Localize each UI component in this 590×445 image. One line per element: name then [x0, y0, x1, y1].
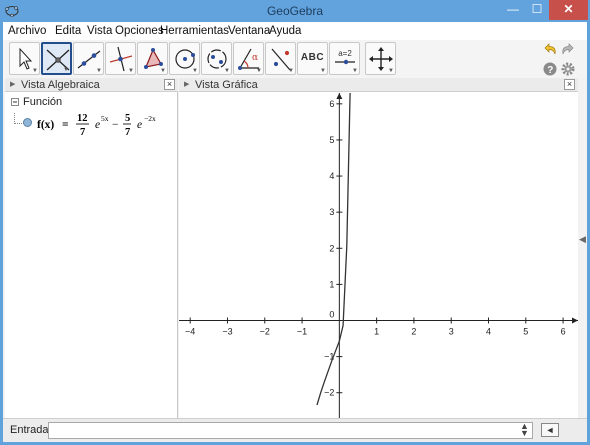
graphics-view: ▶ Vista Gráfica × −4 −3 −2 −1 1 2 3 4 5 6 −2 −1 1 2 3 4… [179, 78, 578, 418]
tool-circle[interactable]: ▼ [169, 42, 200, 75]
tool-move-view[interactable]: ▼ [365, 42, 396, 75]
app-client-area: Archivo Edita Vista Opciones Herramienta… [3, 22, 587, 442]
settings-gear-icon[interactable] [560, 61, 576, 77]
input-help-icon[interactable]: ◄ [541, 423, 559, 437]
x-tick-label: 4 [486, 327, 491, 337]
tool-perpendicular[interactable]: ▼ [105, 42, 136, 75]
tool-dropdown-icon: ▼ [224, 68, 230, 74]
close-panel-button[interactable]: × [164, 79, 175, 90]
visibility-toggle-icon[interactable] [23, 118, 32, 127]
algebra-view-header[interactable]: ▶ Vista Algebraica × [5, 78, 178, 92]
equals-sign: = [62, 119, 69, 131]
menu-archivo[interactable]: Archivo [8, 25, 46, 37]
x-tick-label: −2 [260, 327, 270, 337]
tool-dropdown-icon: ▼ [388, 68, 394, 74]
close-panel-button[interactable]: × [564, 79, 575, 90]
y-tick-label: 1 [329, 279, 334, 289]
menu-bar: Archivo Edita Vista Opciones Herramienta… [3, 22, 587, 40]
command-input-field[interactable] [48, 422, 533, 439]
y-tick-label: 6 [329, 99, 334, 109]
x-tick-label: 6 [561, 327, 566, 337]
svg-text:α: α [252, 53, 258, 63]
input-label: Entrada: [10, 424, 52, 436]
graphics-view-title: Vista Gráfica [195, 79, 258, 91]
tool-line[interactable]: ▼ [73, 42, 104, 75]
algebra-view-title: Vista Algebraica [21, 79, 100, 91]
expand-arrow-icon[interactable]: ◀ [579, 234, 586, 245]
origin-label: 0 [329, 310, 334, 320]
tool-dropdown-icon: ▼ [320, 68, 326, 74]
coef1-numerator: 12 [77, 113, 88, 124]
exponent-1: 5x [101, 114, 109, 123]
tool-dropdown-icon: ▼ [288, 68, 294, 74]
y-tick-label: −2 [324, 388, 334, 398]
y-tick-label: 5 [329, 135, 334, 145]
x-tick-label: 5 [523, 327, 528, 337]
help-icon[interactable]: ? [542, 61, 558, 77]
tool-dropdown-icon: ▼ [96, 68, 102, 74]
menu-ventana[interactable]: Ventana [228, 25, 270, 37]
close-button[interactable]: ✕ [549, 0, 588, 20]
panel-arrow-icon[interactable]: ▶ [10, 80, 15, 88]
algebra-view: ▶ Vista Algebraica × Función f(x) = 12 7… [5, 78, 178, 418]
algebra-view-body: Función f(x) = 12 7 e 5x − 5 7 e −2x [5, 93, 178, 418]
tool-dropdown-icon: ▼ [63, 67, 69, 73]
exponent-2: −2x [144, 114, 156, 123]
redo-icon[interactable] [560, 42, 576, 58]
coef2-numerator: 5 [125, 113, 130, 124]
input-bar: Entrada: ▲ ▼ ◄ [3, 418, 587, 442]
x-tick-label: 3 [449, 327, 454, 337]
tool-intersect[interactable]: ▼ [41, 42, 72, 75]
side-collapse-strip: ◀ [578, 78, 587, 418]
exp-base-2: e [137, 119, 142, 131]
exp-base-1: e [95, 119, 100, 131]
panel-arrow-icon[interactable]: ▶ [184, 80, 189, 88]
tool-slider[interactable]: a=2 ▼ [329, 42, 360, 75]
svg-text:?: ? [547, 65, 553, 76]
input-history-spinner-icon[interactable]: ▲ ▼ [520, 422, 529, 438]
tool-ellipse[interactable]: ▼ [201, 42, 232, 75]
minus-sign: − [112, 119, 119, 131]
tool-dropdown-icon: ▼ [32, 68, 38, 74]
toolbar: ▼ ▼ ▼ ▼ ▼ ▼ ▼ α ▼ ▼ ABC ▼ a=2 ▼ ▼ ? [3, 40, 587, 80]
text-tool-icon: ABC [300, 52, 325, 63]
menu-herramientas[interactable]: Herramientas [160, 25, 229, 37]
x-tick-label: −4 [185, 327, 195, 337]
tool-dropdown-icon: ▼ [256, 68, 262, 74]
function-name: f(x) [37, 119, 54, 131]
title-bar[interactable]: GeoGebra — ☐ ✕ [0, 0, 590, 22]
menu-vista[interactable]: Vista [87, 25, 112, 37]
y-tick-label: 2 [329, 243, 334, 253]
maximize-button[interactable]: ☐ [526, 0, 548, 20]
function-formula[interactable]: f(x) = 12 7 e 5x − 5 7 e −2x [37, 107, 167, 141]
graphics-view-header[interactable]: ▶ Vista Gráfica × [179, 78, 578, 92]
tool-dropdown-icon: ▼ [352, 68, 358, 74]
tool-move[interactable]: ▼ [9, 42, 40, 75]
coef2-denominator: 7 [125, 127, 130, 138]
y-tick-label: 3 [329, 207, 334, 217]
tool-dropdown-icon: ▼ [192, 68, 198, 74]
y-tick-label: 4 [329, 171, 334, 181]
x-tick-label: −3 [222, 327, 232, 337]
tool-reflect[interactable]: ▼ [265, 42, 296, 75]
tool-angle[interactable]: α ▼ [233, 42, 264, 75]
geogebra-window: GeoGebra — ☐ ✕ Archivo Edita Vista Opcio… [0, 0, 590, 445]
minimize-button[interactable]: — [500, 0, 526, 20]
collapse-minus-icon[interactable] [11, 98, 19, 106]
tool-dropdown-icon: ▼ [160, 68, 166, 74]
tool-polygon[interactable]: ▼ [137, 42, 168, 75]
x-tick-label: 1 [374, 327, 379, 337]
undo-icon[interactable] [542, 42, 558, 58]
x-tick-label: −1 [297, 327, 307, 337]
y-axis-arrow [336, 93, 343, 99]
coef1-denominator: 7 [80, 127, 85, 138]
x-tick-label: 2 [411, 327, 416, 337]
menu-edita[interactable]: Edita [55, 25, 81, 37]
tool-dropdown-icon: ▼ [128, 68, 134, 74]
graphics-canvas[interactable]: −4 −3 −2 −1 1 2 3 4 5 6−2−11234560 [179, 93, 578, 418]
menu-ayuda[interactable]: Ayuda [269, 25, 301, 37]
tool-text[interactable]: ABC ▼ [297, 42, 328, 75]
menu-opciones[interactable]: Opciones [115, 25, 164, 37]
